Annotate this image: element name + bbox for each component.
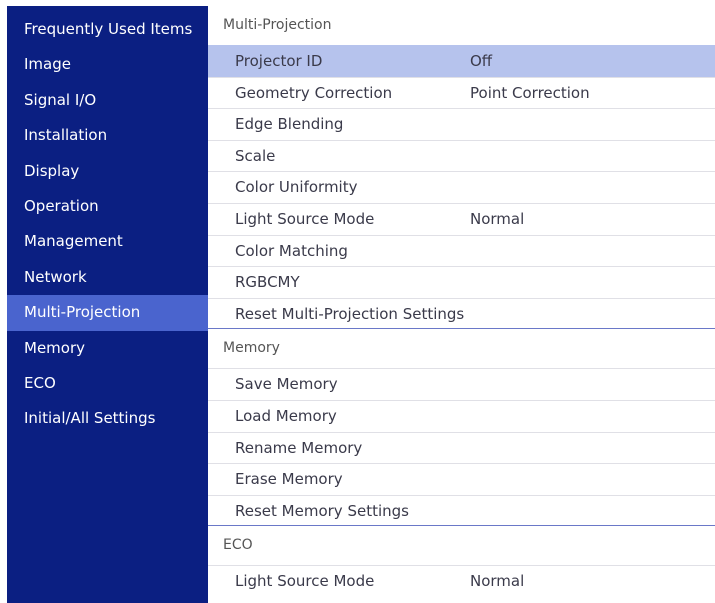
menu-row-projector-id[interactable]: Projector ID Off (208, 45, 715, 77)
section-header: Memory (223, 340, 280, 357)
row-label: Light Source Mode (235, 209, 375, 228)
sidebar-item-installation[interactable]: Installation (7, 118, 208, 153)
sidebar-menu: Frequently Used Items Image Signal I/O I… (7, 6, 208, 603)
section-eco: ECO Light Source Mode Normal (208, 526, 715, 597)
menu-row-save-memory[interactable]: Save Memory (208, 368, 715, 400)
menu-row-color-matching[interactable]: Color Matching (208, 234, 715, 267)
row-value: Point Correction (470, 83, 590, 102)
row-label: Scale (235, 146, 276, 165)
section-multi-projection: Multi-Projection Projector ID Off Geomet… (208, 6, 715, 330)
row-label: Erase Memory (235, 470, 343, 489)
section-memory: Memory Save Memory Load Memory Rename Me… (208, 329, 715, 527)
row-label: Save Memory (235, 375, 338, 394)
row-value (470, 172, 715, 203)
row-label: Load Memory (235, 406, 337, 425)
menu-row-rename-memory[interactable]: Rename Memory (208, 431, 715, 464)
sidebar-item-operation[interactable]: Operation (7, 189, 208, 224)
row-label: Rename Memory (235, 438, 363, 457)
sidebar-item-eco[interactable]: ECO (7, 366, 208, 401)
row-value: Normal (470, 209, 525, 228)
section-header: ECO (223, 537, 253, 554)
section-header: Multi-Projection (223, 17, 332, 33)
row-label: Light Source Mode (235, 572, 375, 591)
row-label: Color Matching (235, 241, 348, 260)
sidebar-item-management[interactable]: Management (7, 224, 208, 259)
projector-menu: Frequently Used Items Image Signal I/O I… (7, 6, 715, 603)
row-label: Color Uniformity (235, 178, 358, 197)
row-value: Normal (470, 572, 525, 591)
menu-row-scale[interactable]: Scale (208, 139, 715, 172)
sidebar-item-display[interactable]: Display (7, 154, 208, 189)
row-label: Reset Memory Settings (235, 501, 409, 520)
row-label: RGBCMY (235, 273, 300, 292)
row-label: Projector ID (235, 52, 323, 70)
row-value (470, 267, 715, 298)
sidebar-item-memory[interactable]: Memory (7, 331, 208, 366)
menu-row-eco-light-source-mode[interactable]: Light Source Mode Normal (208, 565, 715, 597)
row-value (470, 109, 715, 140)
sidebar-item-image[interactable]: Image (7, 47, 208, 82)
menu-row-reset-multi-projection-settings[interactable]: Reset Multi-Projection Settings (208, 297, 715, 330)
sidebar-item-initial-all-settings[interactable]: Initial/All Settings (7, 401, 208, 436)
settings-panel: Multi-Projection Projector ID Off Geomet… (208, 6, 715, 603)
sidebar-item-frequently-used-items[interactable]: Frequently Used Items (7, 12, 208, 47)
menu-row-rgbcmy[interactable]: RGBCMY (208, 266, 715, 298)
row-value (470, 299, 715, 329)
menu-row-reset-memory-settings[interactable]: Reset Memory Settings (208, 494, 715, 527)
row-label: Reset Multi-Projection Settings (235, 304, 465, 323)
row-label: Geometry Correction (235, 83, 393, 102)
row-value (470, 236, 715, 267)
sidebar-item-multi-projection[interactable]: Multi-Projection (7, 295, 208, 331)
menu-row-load-memory[interactable]: Load Memory (208, 399, 715, 432)
row-value: Off (470, 52, 493, 70)
menu-row-color-uniformity[interactable]: Color Uniformity (208, 171, 715, 203)
menu-row-geometry-correction[interactable]: Geometry Correction Point Correction (208, 76, 715, 109)
row-label: Edge Blending (235, 115, 344, 134)
sidebar-item-signal-io[interactable]: Signal I/O (7, 83, 208, 118)
menu-row-edge-blending[interactable]: Edge Blending (208, 108, 715, 140)
menu-row-erase-memory[interactable]: Erase Memory (208, 463, 715, 495)
sidebar-item-network[interactable]: Network (7, 260, 208, 295)
row-value (470, 141, 715, 172)
menu-row-light-source-mode[interactable]: Light Source Mode Normal (208, 202, 715, 235)
